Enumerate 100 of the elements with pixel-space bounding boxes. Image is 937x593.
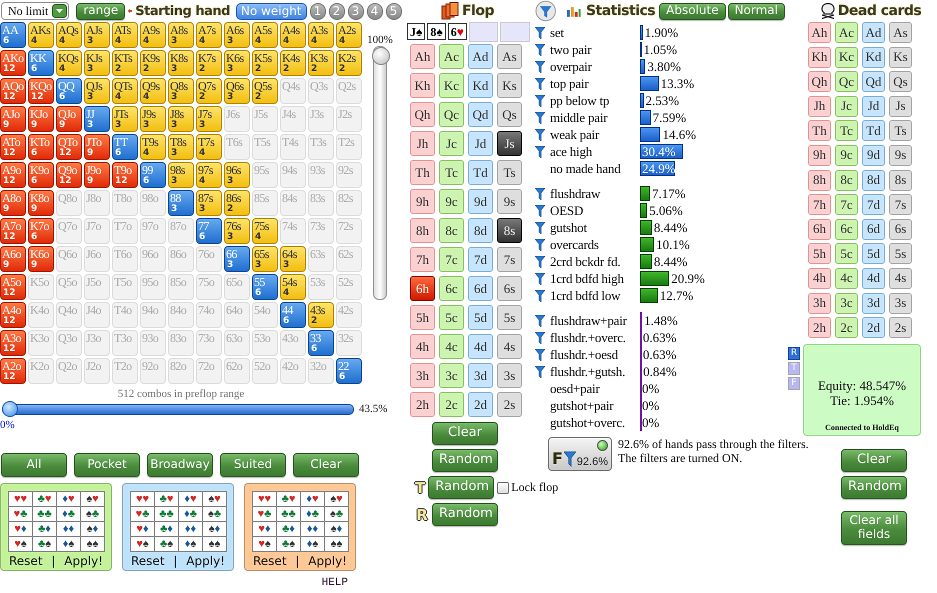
suit-combo[interactable]: ♥♦: [131, 522, 154, 536]
suit-combo[interactable]: ♠♦: [81, 522, 104, 536]
card-button[interactable]: 4h: [808, 268, 831, 289]
card-button[interactable]: 4h: [410, 334, 435, 359]
card-button[interactable]: 5d: [862, 243, 885, 264]
card-button[interactable]: 6d: [862, 218, 885, 240]
card-button[interactable]: 2c: [439, 392, 464, 417]
card-button[interactable]: As: [497, 44, 522, 69]
card-button[interactable]: 6h: [808, 218, 831, 240]
card-button[interactable]: Qd: [468, 102, 493, 127]
hand-cell[interactable]: A6o 9: [0, 246, 26, 272]
suit-combo[interactable]: ♦♥: [179, 492, 202, 506]
card-button[interactable]: Kc: [439, 73, 464, 98]
card-button[interactable]: Kc: [835, 46, 858, 68]
preset-button[interactable]: Broadway: [147, 453, 213, 477]
hand-cell[interactable]: K7o 6: [28, 218, 54, 244]
hand-cell[interactable]: KJs 3: [84, 50, 110, 76]
card-button[interactable]: 2s: [889, 317, 912, 338]
preset-button[interactable]: Pocket: [74, 453, 140, 477]
hand-cell[interactable]: KQo 12: [28, 78, 54, 104]
hand-cell[interactable]: J8s 3: [168, 106, 194, 132]
card-button[interactable]: Kd: [862, 46, 885, 68]
card-button[interactable]: Kh: [808, 46, 831, 68]
hand-cell[interactable]: T9s 4: [140, 134, 166, 160]
card-button[interactable]: Jh: [808, 96, 831, 117]
hand-cell[interactable]: A4o 12: [0, 302, 26, 328]
hand-cell[interactable]: A9o 12: [0, 162, 26, 188]
hand-cell[interactable]: Q9s 4: [140, 78, 166, 104]
card-button[interactable]: 4c: [439, 334, 464, 359]
card-button[interactable]: 7c: [439, 247, 464, 272]
hand-cell[interactable]: 55 6: [252, 274, 278, 300]
card-button[interactable]: Ad: [862, 22, 885, 43]
hand-cell[interactable]: AA 6: [0, 22, 26, 48]
card-button[interactable]: Kd: [468, 73, 493, 98]
hand-cell[interactable]: KTs 2: [112, 50, 138, 76]
suit-combo[interactable]: ♣♣: [277, 507, 300, 521]
hand-cell[interactable]: A9s 4: [140, 22, 166, 48]
suit-combo[interactable]: ♥♥: [9, 492, 32, 506]
card-button[interactable]: 4s: [889, 268, 912, 289]
hand-cell[interactable]: K9o 6: [28, 162, 54, 188]
hand-cell[interactable]: A7o 12: [0, 218, 26, 244]
card-button[interactable]: 9d: [468, 189, 493, 214]
suit-combo[interactable]: ♠♦: [203, 522, 226, 536]
card-button[interactable]: 3c: [439, 363, 464, 388]
card-button[interactable]: 6s: [497, 276, 522, 301]
hand-cell[interactable]: 64s 3: [280, 246, 306, 272]
card-button[interactable]: 4d: [468, 334, 493, 359]
suit-combo[interactable]: ♠♦: [325, 522, 348, 536]
card-button[interactable]: 8s: [889, 170, 912, 191]
card-button[interactable]: 4s: [497, 334, 522, 359]
preset-button[interactable]: All: [1, 453, 67, 477]
suit-combo[interactable]: ♥♠: [253, 537, 276, 551]
hand-cell[interactable]: JJ 3: [84, 106, 110, 132]
hand-cell[interactable]: QQ 6: [56, 78, 82, 104]
card-button[interactable]: 5c: [835, 243, 858, 264]
hand-cell[interactable]: 77 6: [196, 218, 222, 244]
suit-combo[interactable]: ♥♦: [253, 522, 276, 536]
hand-cell[interactable]: A2s 4: [336, 22, 362, 48]
card-button[interactable]: 2d: [862, 317, 885, 338]
hand-cell[interactable]: J7s 3: [196, 106, 222, 132]
card-button[interactable]: 3d: [468, 363, 493, 388]
card-button[interactable]: 9h: [410, 189, 435, 214]
card-button[interactable]: Ac: [835, 22, 858, 43]
hand-cell[interactable]: 76s 3: [224, 218, 250, 244]
suit-combo[interactable]: ♣♦: [155, 522, 178, 536]
card-button[interactable]: Ks: [497, 73, 522, 98]
card-button[interactable]: 7d: [862, 194, 885, 216]
card-button[interactable]: Jd: [862, 96, 885, 117]
suit-combo[interactable]: ♥♥: [131, 492, 154, 506]
hand-cell[interactable]: 99 6: [140, 162, 166, 188]
hand-cell[interactable]: 96s 3: [224, 162, 250, 188]
suit-combo[interactable]: ♥♠: [131, 537, 154, 551]
card-button[interactable]: 2d: [468, 392, 493, 417]
hand-cell[interactable]: Q8s 3: [168, 78, 194, 104]
card-button[interactable]: Ac: [439, 44, 464, 69]
card-button[interactable]: Qs: [889, 71, 912, 92]
card-button[interactable]: Jh: [410, 131, 435, 156]
card-button[interactable]: 3h: [808, 292, 831, 314]
reset-link[interactable]: Reset: [253, 554, 287, 568]
suit-combo[interactable]: ♥♣: [253, 507, 276, 521]
card-button[interactable]: Th: [410, 160, 435, 185]
card-button[interactable]: 5h: [410, 305, 435, 330]
card-button[interactable]: 6c: [835, 218, 858, 240]
suit-combo[interactable]: ♠♥: [81, 492, 104, 506]
hand-cell[interactable]: 98s 3: [168, 162, 194, 188]
hand-cell[interactable]: AQs 4: [56, 22, 82, 48]
hand-cell[interactable]: TT 6: [112, 134, 138, 160]
card-button[interactable]: 5c: [439, 305, 464, 330]
game-select[interactable]: No limit: [1, 2, 70, 20]
suit-combo[interactable]: ♦♦: [301, 522, 324, 536]
card-button[interactable]: 2c: [835, 317, 858, 338]
hand-cell[interactable]: J9o 9: [84, 162, 110, 188]
clear-all-button[interactable]: Clear all fields: [841, 511, 907, 546]
suit-combo[interactable]: ♥♣: [131, 507, 154, 521]
hand-cell[interactable]: AJs 3: [84, 22, 110, 48]
hand-cell[interactable]: A6s 3: [224, 22, 250, 48]
card-button[interactable]: 7h: [410, 247, 435, 272]
card-button[interactable]: Tc: [835, 120, 858, 142]
suit-combo[interactable]: ♠♣: [81, 507, 104, 521]
suit-combo[interactable]: ♦♣: [301, 507, 324, 521]
